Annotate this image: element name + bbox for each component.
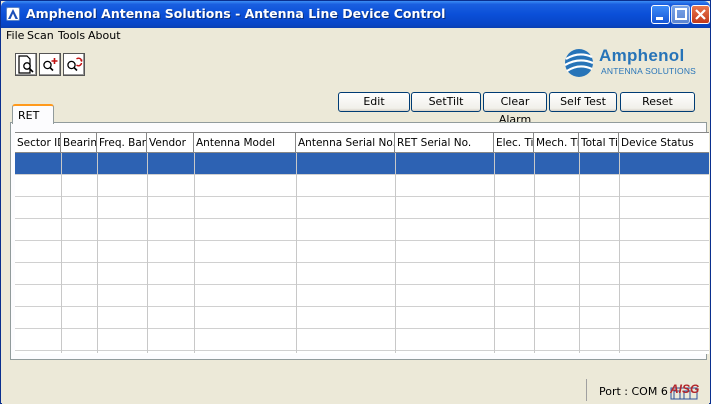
table-row[interactable] — [15, 175, 709, 197]
col-bearing[interactable]: Bearing — [61, 133, 97, 153]
grid-line — [395, 153, 396, 353]
window-title: Amphenol Antenna Solutions - Antenna Lin… — [26, 6, 446, 21]
reset-button[interactable]: Reset — [620, 92, 695, 112]
menu-tools[interactable]: Tools — [58, 29, 85, 42]
status-divider — [586, 379, 587, 401]
table-row[interactable] — [15, 241, 709, 263]
menu-about[interactable]: About — [88, 29, 121, 42]
grid-line — [494, 153, 495, 353]
tab-ret-label: RET — [18, 109, 40, 122]
grid-line — [147, 153, 148, 353]
col-total-tilt[interactable]: Total Tilt — [579, 133, 619, 153]
col-elec-tilt[interactable]: Elec. Tilt — [494, 133, 534, 153]
tab-ret[interactable]: RET — [12, 104, 54, 124]
clear-alarm-button[interactable]: Clear Alarm — [483, 92, 547, 126]
grid-line — [296, 153, 297, 353]
title-bar[interactable]: Amphenol Antenna Solutions - Antenna Lin… — [1, 1, 710, 28]
port-status: Port : COM 6 — [599, 385, 668, 398]
refresh-zoom-icon[interactable] — [63, 53, 85, 76]
col-mech-tilt[interactable]: Mech. Tilt — [534, 133, 579, 153]
minimize-icon[interactable] — [651, 5, 670, 24]
table-header: Sector ID Bearing Freq. Band Vendor Ante… — [15, 133, 709, 153]
maximize-icon[interactable] — [671, 5, 690, 24]
settilt-button[interactable]: SetTilt — [411, 92, 481, 112]
table-row[interactable] — [15, 263, 709, 285]
grid-line — [97, 153, 98, 353]
aisg-text: AISG — [670, 382, 700, 396]
close-icon[interactable] — [691, 5, 710, 24]
table-row[interactable] — [15, 197, 709, 219]
status-bar: Port : COM 6 AISG — [2, 377, 709, 404]
edit-button[interactable]: Edit — [338, 92, 410, 112]
app-icon — [6, 7, 20, 21]
grid-line — [194, 153, 195, 353]
amphenol-logo: Amphenol ANTENNA SOLUTIONS — [561, 46, 701, 79]
table-row[interactable] — [15, 307, 709, 329]
logo-name: Amphenol — [599, 46, 685, 65]
col-antenna-serial[interactable]: Antenna Serial No. — [296, 133, 395, 153]
col-sector-id[interactable]: Sector ID — [15, 133, 61, 153]
menu-file[interactable]: File — [6, 29, 24, 42]
table-row[interactable] — [15, 153, 709, 175]
grid-line — [579, 153, 580, 353]
table-row[interactable] — [15, 329, 709, 351]
col-freq-band[interactable]: Freq. Band — [97, 133, 147, 153]
app-window: Amphenol Antenna Solutions - Antenna Lin… — [0, 0, 711, 404]
grid-line — [534, 153, 535, 353]
col-ret-serial[interactable]: RET Serial No. — [395, 133, 494, 153]
col-device-status[interactable]: Device Status — [619, 133, 709, 153]
col-antenna-model[interactable]: Antenna Model — [194, 133, 296, 153]
aisg-logo: AISG — [670, 382, 700, 400]
amphenol-globe-icon — [564, 49, 594, 77]
grid-line — [619, 153, 620, 353]
col-vendor[interactable]: Vendor — [147, 133, 194, 153]
logo-subtitle: ANTENNA SOLUTIONS — [601, 66, 697, 76]
menu-bar: File Scan Tools About — [2, 28, 709, 44]
table-row[interactable] — [15, 219, 709, 241]
zoom-in-icon[interactable] — [39, 53, 61, 76]
ret-table[interactable]: Sector ID Bearing Freq. Band Vendor Ante… — [15, 132, 709, 354]
scan-document-icon[interactable] — [15, 53, 37, 76]
self-test-button[interactable]: Self Test — [549, 92, 617, 112]
grid-line — [61, 153, 62, 353]
menu-scan[interactable]: Scan — [27, 29, 54, 42]
table-row[interactable] — [15, 285, 709, 307]
